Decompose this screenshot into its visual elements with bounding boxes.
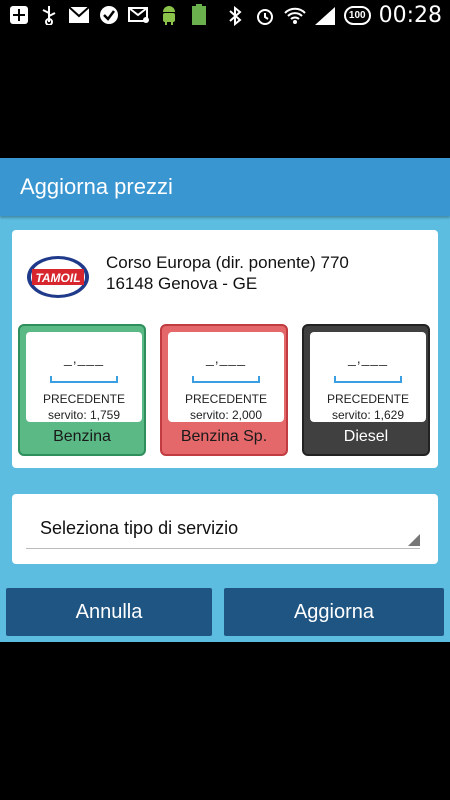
tamoil-logo: TAMOIL — [27, 256, 89, 298]
bluetooth-icon — [224, 5, 246, 27]
gmail-icon — [68, 4, 90, 26]
price-box[interactable]: _,___ PRECEDENTE servito: 2,000 — [168, 332, 284, 422]
station-address: Corso Europa (dir. ponente) 770 16148 Ge… — [106, 252, 349, 294]
system-icons: 100 00:28 — [224, 3, 442, 28]
fuel-card-benzina-sp[interactable]: _,___ PRECEDENTE servito: 2,000 Benzina … — [160, 324, 288, 456]
alarm-icon — [254, 5, 276, 27]
signal-icon — [314, 5, 336, 27]
fuel-name: Benzina — [53, 428, 111, 445]
dropdown-arrow-icon — [408, 534, 420, 546]
address-line2: 16148 Genova - GE — [106, 274, 258, 293]
battery-level-badge: 100 — [343, 6, 371, 25]
mail-icon — [128, 4, 150, 26]
station-card: TAMOIL Corso Europa (dir. ponente) 770 1… — [12, 230, 438, 468]
wifi-icon — [284, 5, 306, 27]
address-line1: Corso Europa (dir. ponente) 770 — [106, 253, 349, 272]
dialog-title: Aggiorna prezzi — [0, 158, 450, 216]
update-prices-dialog: Aggiorna prezzi TAMOIL Corso Europa (dir… — [0, 158, 450, 642]
service-select-card: Seleziona tipo di servizio — [12, 494, 438, 564]
cancel-button[interactable]: Annulla — [6, 588, 212, 636]
clock: 00:28 — [378, 3, 442, 28]
price-input[interactable]: _,___ — [26, 350, 142, 366]
android-icon — [158, 4, 180, 26]
previous-value: servito: 2,000 — [189, 408, 263, 422]
price-box[interactable]: _,___ PRECEDENTE servito: 1,629 — [310, 332, 426, 422]
usb-icon — [38, 4, 60, 26]
previous-label: PRECEDENTE — [326, 392, 409, 406]
fuel-card-benzina[interactable]: _,___ PRECEDENTE servito: 1,759 Benzina — [18, 324, 146, 456]
update-button[interactable]: Aggiorna — [224, 588, 444, 636]
price-input-underline — [192, 376, 260, 383]
previous-value: servito: 1,759 — [47, 408, 121, 422]
previous-label: PRECEDENTE — [184, 392, 267, 406]
price-input-underline — [50, 376, 118, 383]
notification-icons — [8, 4, 210, 26]
brand-label: TAMOIL — [35, 271, 80, 285]
previous-value: servito: 1,629 — [331, 408, 405, 422]
fuel-name: Benzina Sp. — [180, 428, 268, 445]
service-type-label: Seleziona tipo di servizio — [40, 518, 239, 538]
battery-status-icon — [188, 4, 210, 26]
price-input[interactable]: _,___ — [168, 350, 284, 366]
price-input[interactable]: _,___ — [310, 350, 426, 366]
check-icon — [98, 4, 120, 26]
status-bar: 100 00:28 — [0, 0, 450, 32]
add-icon — [8, 4, 30, 26]
service-type-select[interactable]: Seleziona tipo di servizio — [26, 514, 420, 549]
fuel-card-diesel[interactable]: _,___ PRECEDENTE servito: 1,629 Diesel — [302, 324, 430, 456]
price-input-underline — [334, 376, 402, 383]
previous-label: PRECEDENTE — [42, 392, 125, 406]
fuel-name: Diesel — [343, 428, 389, 445]
price-box[interactable]: _,___ PRECEDENTE servito: 1,759 — [26, 332, 142, 422]
